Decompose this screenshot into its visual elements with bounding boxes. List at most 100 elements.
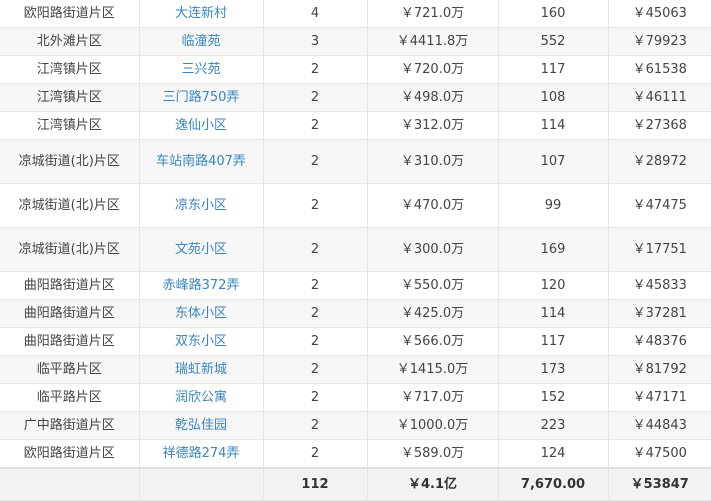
area-sqm-cell: 160 [498,0,609,28]
count-cell: 4 [263,0,368,28]
community-cell: 车站南路407弄 [139,139,264,184]
unit-price-cell: ￥47475 [608,183,711,228]
community-cell: 三门路750弄 [139,83,264,112]
unit-price-cell: ￥44843 [608,411,711,440]
area-sqm-cell: 117 [498,55,609,84]
total-price-cell: ￥312.0万 [367,111,499,140]
count-cell: 2 [263,271,368,300]
table-row: 临平路片区 瑞虹新城 2 ￥1415.0万 173 ￥81792 [0,355,711,384]
unit-price-cell: ￥28972 [608,139,711,184]
area-cell: 曲阳路街道片区 [0,327,140,356]
totals-area-cell [0,467,140,501]
totals-area-sqm-cell: 7,670.00 [498,467,609,501]
count-cell: 2 [263,227,368,272]
unit-price-cell: ￥37281 [608,299,711,328]
total-price-cell: ￥1415.0万 [367,355,499,384]
total-price-cell: ￥589.0万 [367,439,499,469]
totals-count-cell: 112 [263,467,368,501]
total-price-cell: ￥550.0万 [367,271,499,300]
community-link[interactable]: 双东小区 [175,334,227,349]
count-cell: 2 [263,411,368,440]
community-cell: 凉东小区 [139,183,264,228]
table-row: 江湾镇片区 三兴苑 2 ￥720.0万 117 ￥61538 [0,55,711,84]
community-link[interactable]: 大连新村 [175,6,227,21]
count-cell: 2 [263,111,368,140]
area-cell: 临平路片区 [0,383,140,412]
listing-stats-table: 欧阳路街道片区 大连新村 4 ￥721.0万 160 ￥45063 北外滩片区 … [0,0,711,501]
community-link[interactable]: 三兴苑 [181,62,220,77]
table-row: 欧阳路街道片区 祥德路274弄 2 ￥589.0万 124 ￥47500 [0,439,711,469]
unit-price-cell: ￥46111 [608,83,711,112]
community-link[interactable]: 祥德路274弄 [163,446,240,461]
area-cell: 凉城街道(北)片区 [0,227,140,272]
community-link[interactable]: 逸仙小区 [175,118,227,133]
area-cell: 江湾镇片区 [0,55,140,84]
community-link[interactable]: 瑞虹新城 [175,362,227,377]
count-cell: 2 [263,327,368,356]
table-footer: 112 ￥4.1亿 7,670.00 ￥53847 [0,467,711,501]
area-cell: 广中路街道片区 [0,411,140,440]
totals-unit-price-cell: ￥53847 [608,467,711,501]
area-cell: 凉城街道(北)片区 [0,183,140,228]
area-cell: 曲阳路街道片区 [0,271,140,300]
community-cell: 赤峰路372弄 [139,271,264,300]
area-sqm-cell: 108 [498,83,609,112]
community-link[interactable]: 文苑小区 [175,242,227,257]
community-link[interactable]: 润欣公寓 [175,390,227,405]
table-row: 凉城街道(北)片区 文苑小区 2 ￥300.0万 169 ￥17751 [0,227,711,272]
total-price-cell: ￥721.0万 [367,0,499,28]
area-cell: 欧阳路街道片区 [0,439,140,469]
table-row: 欧阳路街道片区 大连新村 4 ￥721.0万 160 ￥45063 [0,0,711,28]
count-cell: 3 [263,27,368,56]
unit-price-cell: ￥48376 [608,327,711,356]
area-sqm-cell: 114 [498,111,609,140]
area-cell: 欧阳路街道片区 [0,0,140,28]
community-link[interactable]: 东体小区 [175,306,227,321]
community-link[interactable]: 车站南路407弄 [156,154,246,169]
area-cell: 江湾镇片区 [0,83,140,112]
total-price-cell: ￥720.0万 [367,55,499,84]
count-cell: 2 [263,55,368,84]
area-sqm-cell: 152 [498,383,609,412]
community-cell: 润欣公寓 [139,383,264,412]
community-link[interactable]: 临潼苑 [181,34,220,49]
area-sqm-cell: 120 [498,271,609,300]
community-link[interactable]: 乾弘佳园 [175,418,227,433]
area-cell: 临平路片区 [0,355,140,384]
unit-price-cell: ￥17751 [608,227,711,272]
area-sqm-cell: 169 [498,227,609,272]
community-cell: 文苑小区 [139,227,264,272]
area-cell: 凉城街道(北)片区 [0,139,140,184]
area-sqm-cell: 552 [498,27,609,56]
community-link[interactable]: 三门路750弄 [163,90,240,105]
unit-price-cell: ￥27368 [608,111,711,140]
unit-price-cell: ￥61538 [608,55,711,84]
count-cell: 2 [263,183,368,228]
community-cell: 瑞虹新城 [139,355,264,384]
community-link[interactable]: 凉东小区 [175,198,227,213]
area-sqm-cell: 99 [498,183,609,228]
table-row: 江湾镇片区 三门路750弄 2 ￥498.0万 108 ￥46111 [0,83,711,112]
table-row: 凉城街道(北)片区 车站南路407弄 2 ￥310.0万 107 ￥28972 [0,139,711,184]
total-price-cell: ￥498.0万 [367,83,499,112]
count-cell: 2 [263,439,368,469]
unit-price-cell: ￥79923 [608,27,711,56]
area-sqm-cell: 124 [498,439,609,469]
table-row: 临平路片区 润欣公寓 2 ￥717.0万 152 ￥47171 [0,383,711,412]
community-cell: 三兴苑 [139,55,264,84]
count-cell: 2 [263,383,368,412]
total-price-cell: ￥717.0万 [367,383,499,412]
total-price-cell: ￥1000.0万 [367,411,499,440]
totals-price-cell: ￥4.1亿 [367,467,499,501]
table-row: 广中路街道片区 乾弘佳园 2 ￥1000.0万 223 ￥44843 [0,411,711,440]
table-row: 曲阳路街道片区 东体小区 2 ￥425.0万 114 ￥37281 [0,299,711,328]
area-sqm-cell: 173 [498,355,609,384]
table-row: 北外滩片区 临潼苑 3 ￥4411.8万 552 ￥79923 [0,27,711,56]
totals-community-cell [139,467,264,501]
community-link[interactable]: 赤峰路372弄 [163,278,240,293]
area-cell: 北外滩片区 [0,27,140,56]
table-row: 江湾镇片区 逸仙小区 2 ￥312.0万 114 ￥27368 [0,111,711,140]
unit-price-cell: ￥47171 [608,383,711,412]
total-price-cell: ￥425.0万 [367,299,499,328]
table-body: 欧阳路街道片区 大连新村 4 ￥721.0万 160 ￥45063 北外滩片区 … [0,0,711,469]
